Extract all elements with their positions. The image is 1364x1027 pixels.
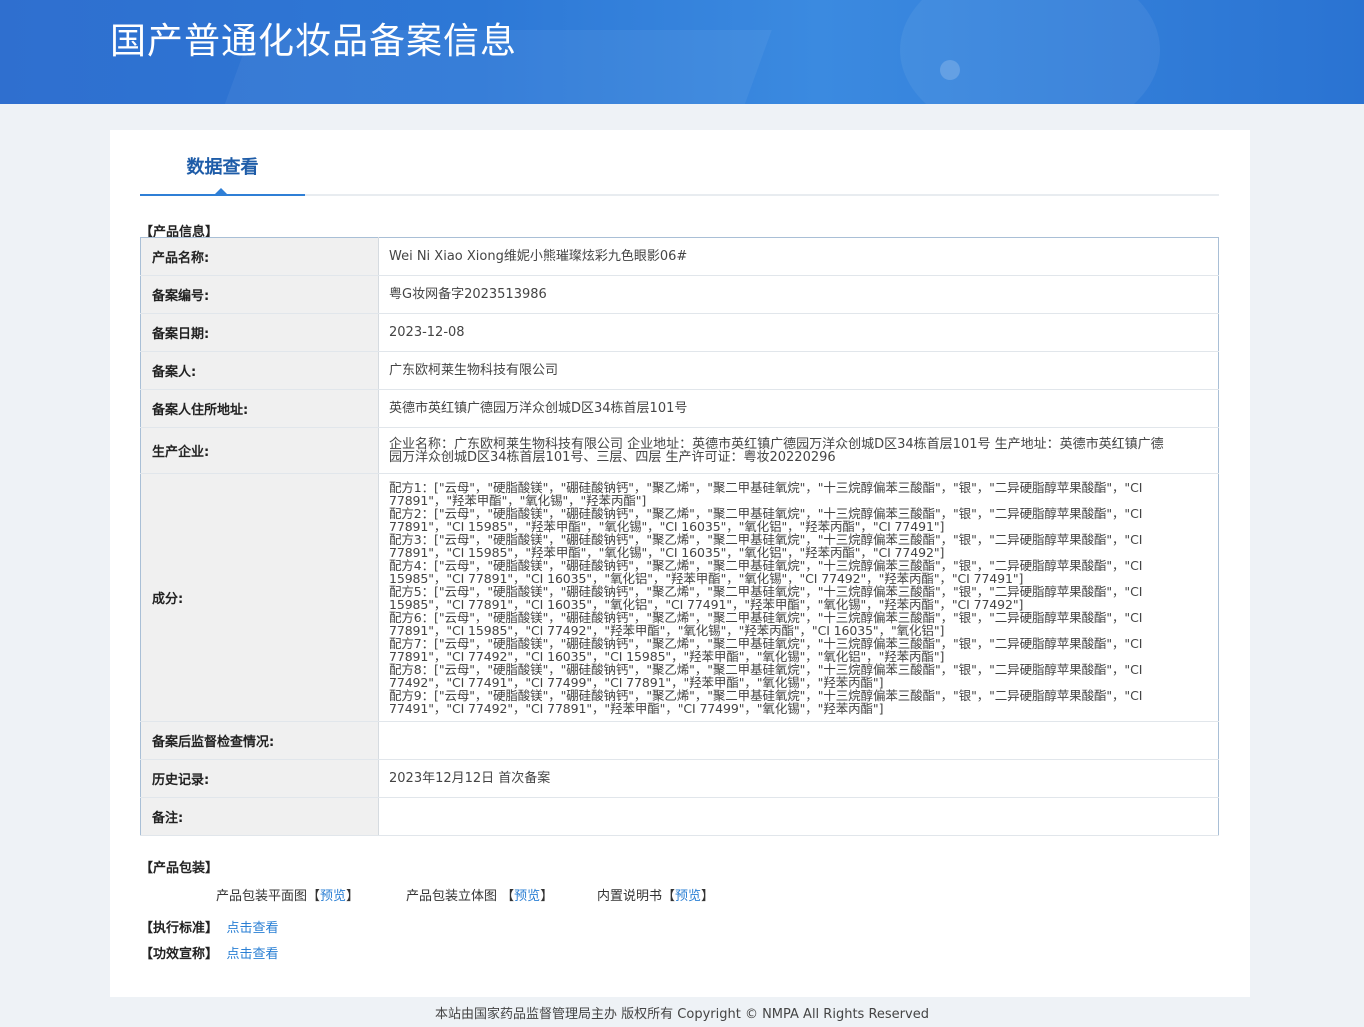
preview-flat-link[interactable]: 预览 (320, 889, 346, 904)
efficacy-view-link[interactable]: 点击查看 (227, 947, 279, 962)
tab-data-view[interactable]: 数据查看 (140, 130, 305, 196)
row-label: 产品名称: (140, 237, 379, 276)
formula-item: 配方8：["云母"，"硬脂酸镁"，"硼硅酸钠钙"，"聚乙烯"，"聚二甲基硅氧烷"… (389, 661, 1143, 690)
section-efficacy: 【功效宣称】 (140, 947, 219, 962)
bracket: 【 (307, 889, 321, 904)
formula-item: 配方1：["云母"，"硬脂酸镁"，"硼硅酸钠钙"，"聚乙烯"，"聚二甲基硅氧烷"… (389, 479, 1143, 508)
product-info-table: 产品名称: Wei Ni Xiao Xiong维妮小熊璀璨炫彩九色眼影06# 备… (140, 237, 1219, 836)
bracket: 【 (501, 889, 515, 904)
table-row: 备案人住所地址: 英德市英红镇广德园万洋众创城D区34栋首层101号 (140, 389, 1219, 428)
table-row: 备案人: 广东欧柯莱生物科技有限公司 (140, 351, 1219, 390)
efficacy-row: 【功效宣称】 点击查看 (140, 943, 279, 962)
preview-solid-link[interactable]: 预览 (514, 889, 540, 904)
row-label: 备案人: (140, 351, 379, 390)
bracket: 】 (701, 889, 715, 904)
row-label: 备案编号: (140, 275, 379, 314)
row-value: 英德市英红镇广德园万洋众创城D区34栋首层101号 (378, 389, 1219, 428)
row-label: 备案日期: (140, 313, 379, 352)
package-flat-item: 产品包装平面图【预览】 (216, 885, 359, 904)
banner-decoration (900, 0, 1160, 104)
tab-label: 数据查看 (186, 157, 259, 178)
row-value: 粤G妆网备字2023513986 (378, 275, 1219, 314)
package-solid-label: 产品包装立体图 (406, 889, 498, 904)
table-row: 成分: 配方1：["云母"，"硬脂酸镁"，"硼硅酸钠钙"，"聚乙烯"，"聚二甲基… (140, 473, 1219, 722)
row-value: 企业名称：广东欧柯莱生物科技有限公司 企业地址：英德市英红镇广德园万洋众创城D区… (378, 427, 1219, 474)
manual-label: 内置说明书 (597, 889, 663, 904)
table-row: 产品名称: Wei Ni Xiao Xiong维妮小熊璀璨炫彩九色眼影06# (140, 237, 1219, 276)
bracket: 】 (346, 889, 360, 904)
row-label: 备注: (140, 797, 379, 836)
table-row: 历史记录: 2023年12月12日 首次备案 (140, 759, 1219, 798)
formula-item: 配方9：["云母"，"硬脂酸镁"，"硼硅酸钠钙"，"聚乙烯"，"聚二甲基硅氧烷"… (389, 687, 1143, 716)
footer-copyright: 本站由国家药品监督管理局主办 版权所有 Copyright © NMPA All… (435, 1007, 929, 1022)
row-label: 历史记录: (140, 759, 379, 798)
row-value (378, 797, 1219, 836)
row-value: 2023-12-08 (378, 313, 1219, 352)
manual-item: 内置说明书【预览】 (597, 885, 714, 904)
bracket: 【 (662, 889, 676, 904)
header-banner: 国产普通化妆品备案信息 (0, 0, 1364, 104)
section-packaging: 【产品包装】 (140, 861, 219, 876)
ingredients-list: 配方1：["云母"，"硬脂酸镁"，"硼硅酸钠钙"，"聚乙烯"，"聚二甲基硅氧烷"… (378, 473, 1219, 722)
row-label: 生产企业: (140, 427, 379, 474)
tab-indicator-icon (215, 188, 227, 194)
standard-view-link[interactable]: 点击查看 (227, 921, 279, 936)
formula-item: 配方7：["云母"，"硬脂酸镁"，"硼硅酸钠钙"，"聚乙烯"，"聚二甲基硅氧烷"… (389, 635, 1143, 664)
bracket: 】 (540, 889, 554, 904)
content-card: 数据查看 【产品信息】 产品名称: Wei Ni Xiao Xiong维妮小熊璀… (110, 130, 1250, 997)
table-row: 备注: (140, 797, 1219, 836)
tab-bar: 数据查看 (140, 130, 1219, 196)
section-standard: 【执行标准】 (140, 921, 219, 936)
package-flat-label: 产品包装平面图 (216, 889, 308, 904)
table-row: 备案后监督检查情况: (140, 721, 1219, 760)
formula-item: 配方5：["云母"，"硬脂酸镁"，"硼硅酸钠钙"，"聚乙烯"，"聚二甲基硅氧烷"… (389, 583, 1143, 612)
row-value: 广东欧柯莱生物科技有限公司 (378, 351, 1219, 390)
row-value (378, 721, 1219, 760)
formula-item: 配方3：["云母"，"硬脂酸镁"，"硼硅酸钠钙"，"聚乙烯"，"聚二甲基硅氧烷"… (389, 531, 1143, 560)
formula-item: 配方4：["云母"，"硬脂酸镁"，"硼硅酸钠钙"，"聚乙烯"，"聚二甲基硅氧烷"… (389, 557, 1143, 586)
row-label: 备案人住所地址: (140, 389, 379, 428)
banner-decoration (940, 60, 960, 80)
table-row: 生产企业: 企业名称：广东欧柯莱生物科技有限公司 企业地址：英德市英红镇广德园万… (140, 427, 1219, 474)
row-label: 成分: (140, 473, 379, 722)
standard-row: 【执行标准】 点击查看 (140, 917, 279, 936)
row-value: 2023年12月12日 首次备案 (378, 759, 1219, 798)
formula-item: 配方6：["云母"，"硬脂酸镁"，"硼硅酸钠钙"，"聚乙烯"，"聚二甲基硅氧烷"… (389, 609, 1143, 638)
package-solid-item: 产品包装立体图 【预览】 (406, 885, 553, 904)
page-title: 国产普通化妆品备案信息 (110, 21, 518, 62)
table-row: 备案编号: 粤G妆网备字2023513986 (140, 275, 1219, 314)
preview-manual-link[interactable]: 预览 (675, 889, 701, 904)
table-row: 备案日期: 2023-12-08 (140, 313, 1219, 352)
formula-item: 配方2：["云母"，"硬脂酸镁"，"硼硅酸钠钙"，"聚乙烯"，"聚二甲基硅氧烷"… (389, 505, 1143, 534)
row-value: Wei Ni Xiao Xiong维妮小熊璀璨炫彩九色眼影06# (378, 237, 1219, 276)
row-label: 备案后监督检查情况: (140, 721, 379, 760)
